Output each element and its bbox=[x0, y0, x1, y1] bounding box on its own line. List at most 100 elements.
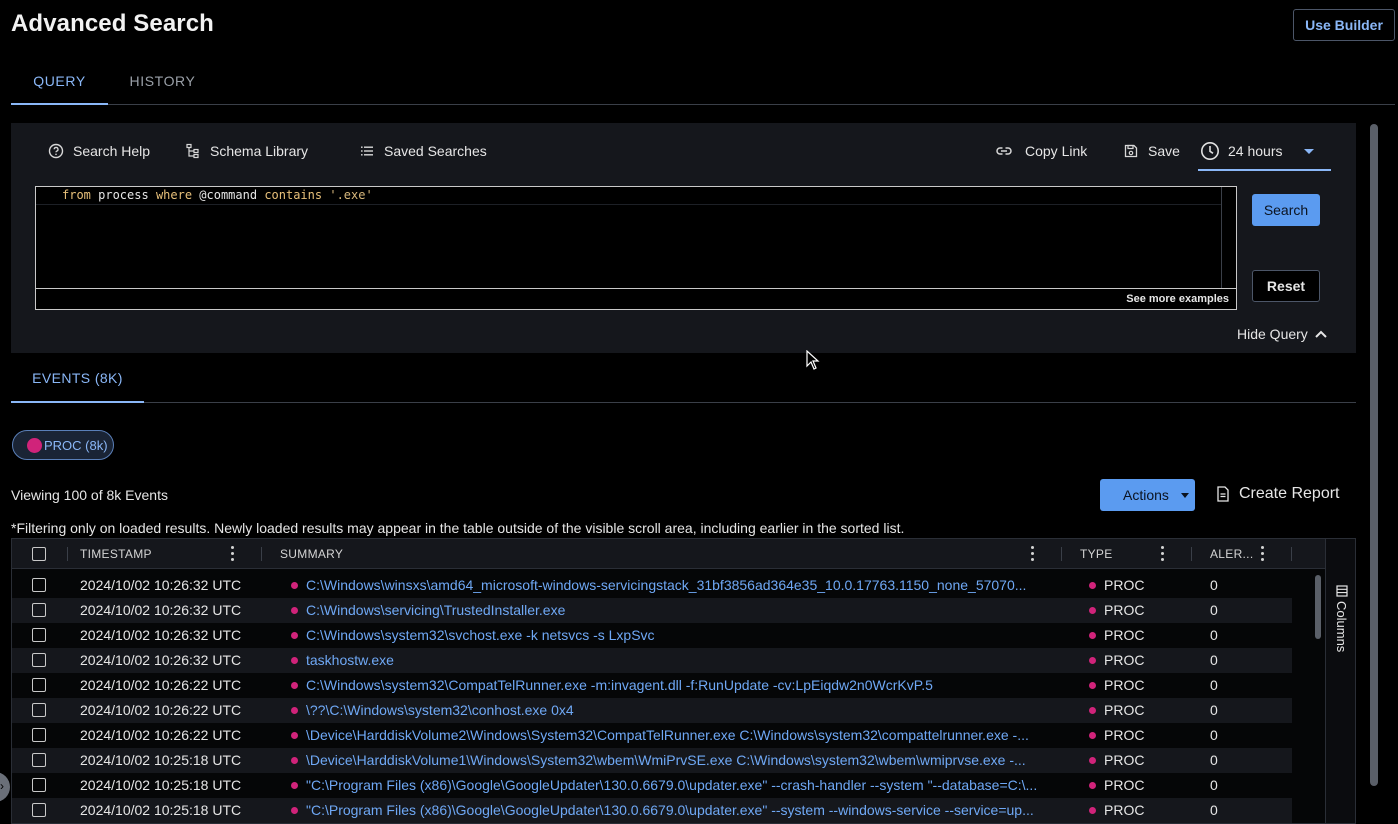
query-editor[interactable]: from process where @command contains '.e… bbox=[35, 186, 1237, 310]
tab-events[interactable]: EVENTS (8K) bbox=[11, 358, 144, 403]
row-type: PROC bbox=[1104, 602, 1145, 618]
row-checkbox[interactable] bbox=[32, 753, 46, 767]
page-scrollbar[interactable] bbox=[1370, 124, 1378, 786]
table-row[interactable]: 2024/10/02 10:26:32 UTC C:\Windows\winsx… bbox=[12, 573, 1292, 598]
table-row[interactable]: 2024/10/02 10:26:22 UTC C:\Windows\syste… bbox=[12, 673, 1292, 698]
row-timestamp: 2024/10/02 10:26:32 UTC bbox=[80, 652, 242, 668]
table-row[interactable]: 2024/10/02 10:26:32 UTC taskhostw.exe PR… bbox=[12, 648, 1292, 673]
copy-link-button[interactable]: Copy Link bbox=[995, 141, 1087, 161]
table-row[interactable]: 2024/10/02 10:26:22 UTC \Device\Harddisk… bbox=[12, 723, 1292, 748]
editor-footer: See more examples bbox=[36, 288, 1236, 309]
search-help-label: Search Help bbox=[73, 143, 151, 159]
proc-dot bbox=[1089, 657, 1096, 664]
table-row[interactable]: 2024/10/02 10:25:18 UTC "C:\Program File… bbox=[12, 773, 1292, 798]
chevron-right-icon: › bbox=[0, 779, 4, 793]
columns-icon bbox=[1335, 585, 1348, 597]
save-button[interactable]: Save bbox=[1123, 141, 1180, 161]
chevron-up-icon bbox=[1315, 330, 1327, 338]
actions-label: Actions bbox=[1123, 487, 1169, 503]
row-summary-link[interactable]: C:\Windows\servicing\TrustedInstaller.ex… bbox=[306, 598, 1048, 623]
link-icon bbox=[996, 147, 1012, 155]
row-type: PROC bbox=[1104, 802, 1145, 818]
row-type: PROC bbox=[1104, 752, 1145, 768]
table-scrollbar[interactable] bbox=[1315, 575, 1321, 639]
help-circle-icon bbox=[48, 143, 64, 159]
row-alerts: 0 bbox=[1210, 677, 1218, 693]
table-row[interactable]: 2024/10/02 10:26:32 UTC C:\Windows\syste… bbox=[12, 623, 1292, 648]
column-header-timestamp[interactable]: TIMESTAMP bbox=[80, 539, 152, 569]
query-panel: Search Help Schema Library Saved Searche… bbox=[11, 123, 1356, 353]
row-checkbox[interactable] bbox=[32, 603, 46, 617]
search-button[interactable]: Search bbox=[1252, 194, 1320, 226]
actions-dropdown-button[interactable]: Actions bbox=[1100, 479, 1195, 511]
table-row[interactable]: 2024/10/02 10:25:18 UTC \Device\Harddisk… bbox=[12, 748, 1292, 773]
proc-dot bbox=[291, 707, 298, 714]
page-title: Advanced Search bbox=[11, 10, 214, 37]
tab-history[interactable]: HISTORY bbox=[116, 60, 209, 105]
column-header-alerts[interactable]: ALER... bbox=[1210, 539, 1253, 569]
columns-panel-toggle[interactable]: Columns bbox=[1325, 539, 1355, 823]
row-timestamp: 2024/10/02 10:25:18 UTC bbox=[80, 777, 242, 793]
proc-dot bbox=[291, 607, 298, 614]
row-checkbox[interactable] bbox=[32, 678, 46, 692]
search-help-link[interactable]: Search Help bbox=[48, 141, 150, 161]
row-alerts: 0 bbox=[1210, 652, 1218, 668]
table-row[interactable]: 2024/10/02 10:25:18 UTC "C:\Program File… bbox=[12, 798, 1292, 823]
row-type: PROC bbox=[1104, 702, 1145, 718]
proc-dot bbox=[1089, 807, 1096, 814]
row-summary-link[interactable]: "C:\Program Files (x86)\Google\GoogleUpd… bbox=[306, 773, 1048, 798]
see-more-examples-link[interactable]: See more examples bbox=[1126, 293, 1229, 305]
row-checkbox[interactable] bbox=[32, 803, 46, 817]
proc-dot bbox=[1089, 632, 1096, 639]
schema-library-label: Schema Library bbox=[210, 143, 309, 159]
row-summary-link[interactable]: \Device\HarddiskVolume1\Windows\System32… bbox=[306, 748, 1048, 773]
time-range-select[interactable]: 24 hours bbox=[1198, 133, 1331, 171]
row-checkbox[interactable] bbox=[32, 653, 46, 667]
alerts-column-menu[interactable] bbox=[1261, 546, 1265, 562]
proc-filter-chip[interactable]: PROC (8k) bbox=[12, 430, 114, 460]
row-checkbox[interactable] bbox=[32, 628, 46, 642]
row-summary-link[interactable]: taskhostw.exe bbox=[306, 648, 1048, 673]
create-report-button[interactable]: Create Report bbox=[1216, 485, 1340, 503]
select-all-checkbox[interactable] bbox=[32, 547, 46, 561]
hide-query-toggle[interactable]: Hide Query bbox=[1237, 326, 1328, 342]
table-row[interactable]: 2024/10/02 10:26:32 UTC C:\Windows\servi… bbox=[12, 598, 1292, 623]
editor-scrollbar[interactable] bbox=[1221, 187, 1236, 288]
row-alerts: 0 bbox=[1210, 777, 1218, 793]
row-checkbox[interactable] bbox=[32, 578, 46, 592]
columns-label-wrap: Columns bbox=[1334, 585, 1349, 652]
reset-button[interactable]: Reset bbox=[1252, 270, 1320, 302]
timestamp-column-menu[interactable] bbox=[231, 546, 235, 562]
mouse-cursor-icon bbox=[806, 350, 820, 370]
side-panel-handle[interactable]: › bbox=[0, 772, 10, 802]
type-column-menu[interactable] bbox=[1161, 546, 1165, 562]
row-checkbox[interactable] bbox=[32, 703, 46, 717]
row-type: PROC bbox=[1104, 677, 1145, 693]
schema-tree-icon bbox=[186, 143, 199, 159]
row-type: PROC bbox=[1104, 577, 1145, 593]
use-builder-button[interactable]: Use Builder bbox=[1293, 9, 1395, 41]
proc-dot bbox=[1089, 782, 1096, 789]
row-checkbox[interactable] bbox=[32, 728, 46, 742]
events-table: TIMESTAMP SUMMARY TYPE ALER... 2024/10/0… bbox=[11, 538, 1356, 824]
table-row[interactable]: 2024/10/02 10:26:22 UTC \??\C:\Windows\s… bbox=[12, 698, 1292, 723]
row-summary-link[interactable]: C:\Windows\winsxs\amd64_microsoft-window… bbox=[306, 573, 1048, 598]
save-disk-icon bbox=[1124, 144, 1138, 158]
tab-query[interactable]: QUERY bbox=[11, 60, 108, 105]
row-summary-link[interactable]: "C:\Program Files (x86)\Google\GoogleUpd… bbox=[306, 798, 1048, 823]
column-header-type[interactable]: TYPE bbox=[1080, 539, 1113, 569]
summary-column-menu[interactable] bbox=[1031, 546, 1035, 562]
row-summary-link[interactable]: \Device\HarddiskVolume2\Windows\System32… bbox=[306, 723, 1048, 748]
row-alerts: 0 bbox=[1210, 752, 1218, 768]
schema-library-link[interactable]: Schema Library bbox=[185, 141, 308, 161]
row-summary-link[interactable]: C:\Windows\system32\svchost.exe -k netsv… bbox=[306, 623, 1048, 648]
row-summary-link[interactable]: \??\C:\Windows\system32\conhost.exe 0x4 bbox=[306, 698, 1048, 723]
row-summary-link[interactable]: C:\Windows\system32\CompatTelRunner.exe … bbox=[306, 673, 1048, 698]
proc-dot bbox=[1089, 732, 1096, 739]
saved-searches-link[interactable]: Saved Searches bbox=[359, 141, 487, 161]
column-header-summary[interactable]: SUMMARY bbox=[280, 539, 343, 569]
column-divider bbox=[1191, 547, 1192, 561]
document-icon bbox=[1217, 486, 1229, 502]
row-checkbox[interactable] bbox=[32, 778, 46, 792]
proc-dot bbox=[1089, 757, 1096, 764]
